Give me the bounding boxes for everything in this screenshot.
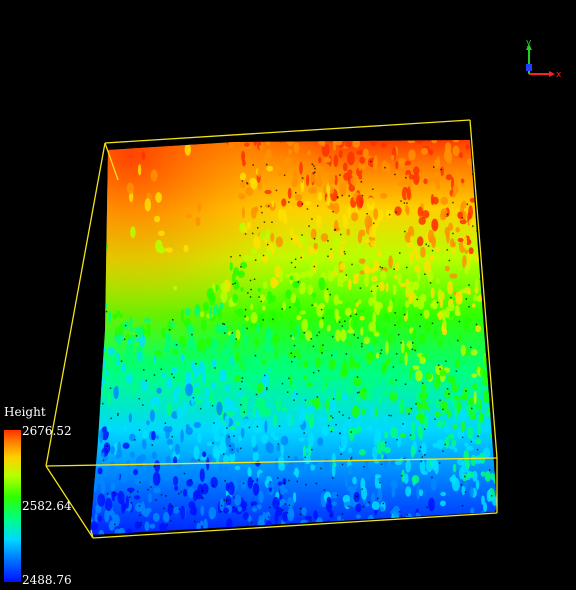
- orientation-axes-icon: y x: [526, 38, 562, 80]
- legend-min-value: 2488.76: [22, 573, 72, 587]
- legend-max-value: 2676.52: [22, 424, 72, 438]
- point-cloud-scene: [45, 119, 498, 539]
- x-axis-label: x: [556, 70, 562, 80]
- z-axis-marker: [526, 64, 532, 71]
- 3d-viewport[interactable]: Height 2676.52 2582.64 2488.76 y x: [0, 0, 576, 590]
- legend-mid-value: 2582.64: [22, 499, 72, 513]
- height-color-bar: [4, 430, 21, 582]
- legend-title: Height: [4, 405, 46, 419]
- y-axis-label: y: [526, 38, 532, 48]
- point-cloud: [90, 140, 497, 535]
